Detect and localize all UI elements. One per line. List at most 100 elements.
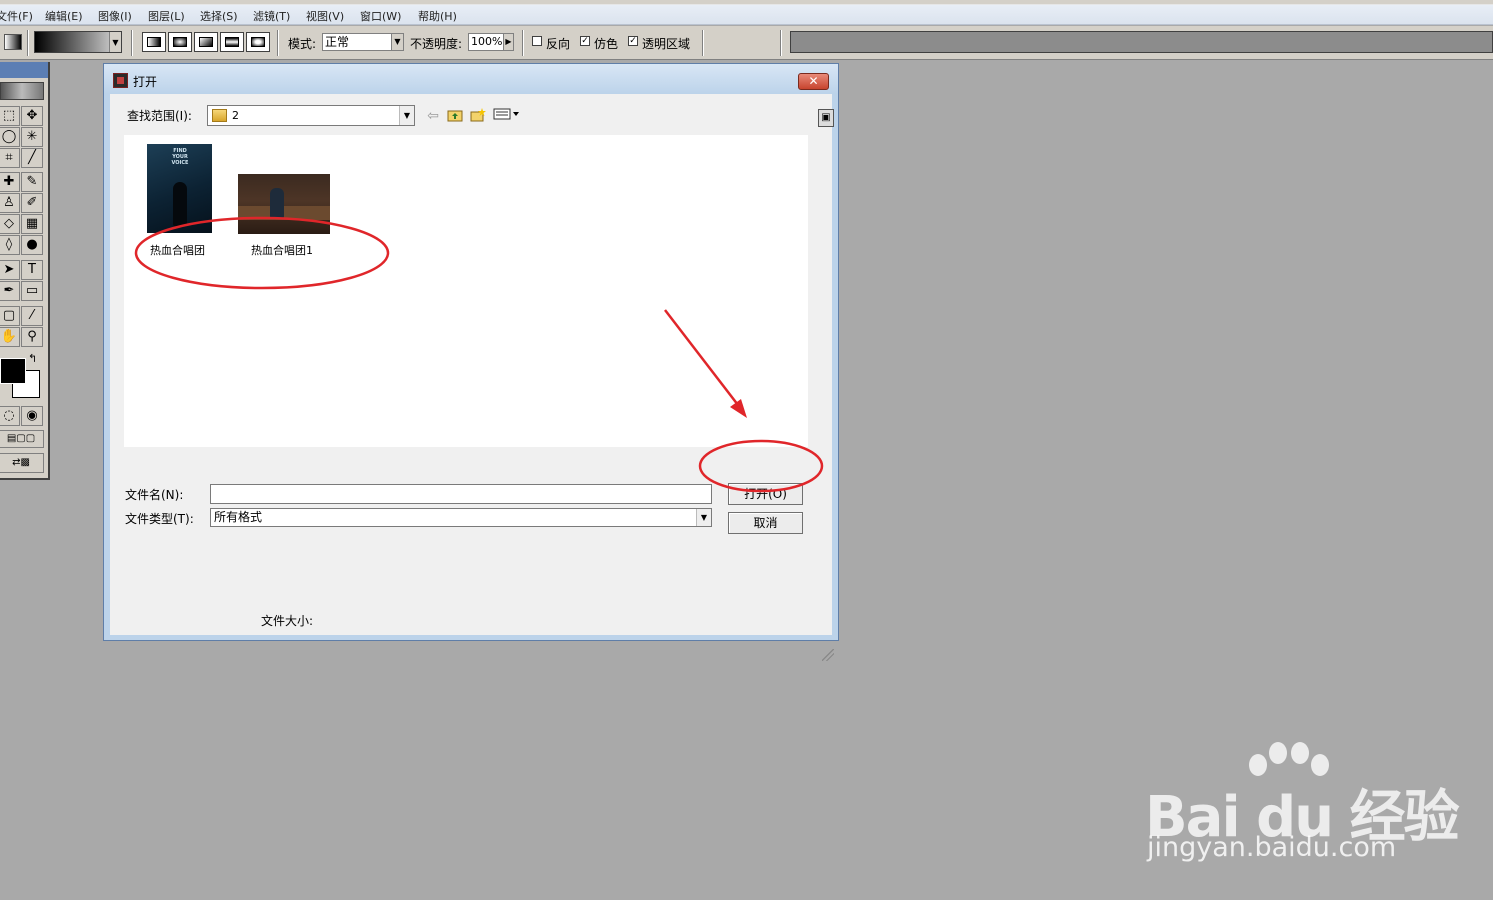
- divider: [522, 30, 524, 56]
- path-select-icon[interactable]: ➤: [0, 260, 20, 280]
- diamond-gradient-button[interactable]: [246, 32, 270, 52]
- crop-icon[interactable]: ⌗: [0, 148, 20, 168]
- file-name-label[interactable]: 热血合唱团1: [251, 242, 313, 258]
- watermark: Bai du 经验 jingyan.baidu.com: [1145, 738, 1460, 878]
- jump-to-imageready-icon[interactable]: ⇄▩: [0, 453, 44, 473]
- toolbox: ⬚ ✥ ◯ ✳ ⌗ ╱ ✚ ✎ ♙ ✐ ◇ ▦ ◊ ● ➤ T ✒ ▭ ▢ ⁄ …: [0, 62, 50, 480]
- dither-checkbox[interactable]: ✓: [580, 36, 590, 46]
- mode-select[interactable]: 正常 ▼: [322, 33, 404, 51]
- app-icon: [113, 73, 128, 88]
- toolbox-title-bar[interactable]: [0, 62, 48, 78]
- menu-filter[interactable]: 滤镜(T): [253, 8, 290, 24]
- filetype-label: 文件类型(T):: [125, 512, 194, 526]
- dither-label: 仿色: [594, 37, 619, 51]
- menu-window[interactable]: 窗口(W): [360, 8, 401, 24]
- poster-figure: [173, 182, 187, 226]
- menu-view[interactable]: 视图(V): [306, 8, 344, 24]
- file-size-label: 文件大小:: [261, 614, 314, 628]
- close-button[interactable]: ✕: [798, 73, 829, 90]
- gradient-tool-icon[interactable]: [4, 34, 22, 50]
- thumbnail-image[interactable]: [238, 174, 330, 234]
- opacity-field[interactable]: 100% ▶: [468, 33, 514, 51]
- chevron-down-icon[interactable]: ▼: [391, 34, 403, 50]
- stamp-icon[interactable]: ♙: [0, 193, 20, 213]
- file-name-label[interactable]: 热血合唱团: [150, 242, 205, 258]
- filetype-select[interactable]: 所有格式 ▼: [210, 508, 712, 527]
- angle-gradient-button[interactable]: [194, 32, 218, 52]
- close-icon: ✕: [808, 74, 819, 88]
- open-dialog: 打开 ✕ 查找范围(I): 2 ▼ ⇦ ▣ FIND YOUR VOICE 热血…: [103, 63, 839, 661]
- linear-gradient-button[interactable]: [142, 32, 166, 52]
- brush-icon[interactable]: ✎: [21, 172, 43, 192]
- move-icon[interactable]: ✥: [21, 106, 43, 126]
- thumbnail-image[interactable]: FIND YOUR VOICE: [147, 144, 212, 233]
- filename-input[interactable]: [210, 484, 712, 504]
- healing-icon[interactable]: ✚: [0, 172, 20, 192]
- menu-file[interactable]: 文件(F): [0, 8, 33, 24]
- watermark-url: jingyan.baidu.com: [1147, 832, 1397, 863]
- reverse-checkbox[interactable]: [532, 36, 542, 46]
- marquee-icon[interactable]: ⬚: [0, 106, 20, 126]
- menu-image[interactable]: 图像(I): [98, 8, 132, 24]
- chevron-down-icon[interactable]: ▼: [399, 106, 414, 125]
- chevron-down-icon[interactable]: ▼: [696, 509, 711, 526]
- palette-well[interactable]: [790, 31, 1493, 53]
- lasso-icon[interactable]: ◯: [0, 127, 20, 147]
- up-folder-icon[interactable]: [446, 108, 464, 124]
- gradient-icon[interactable]: ▦: [21, 214, 43, 234]
- menu-bar: 文件(F) 编辑(E) 图像(I) 图层(L) 选择(S) 滤镜(T) 视图(V…: [0, 5, 1493, 25]
- eyedropper-slice-icon[interactable]: ╱: [21, 148, 43, 168]
- menu-edit[interactable]: 编辑(E): [45, 8, 83, 24]
- hand-icon[interactable]: ✋: [0, 327, 20, 347]
- divider: [780, 30, 782, 56]
- blur-icon[interactable]: ◊: [0, 235, 20, 255]
- foreground-color-swatch[interactable]: [0, 358, 26, 384]
- dodge-icon[interactable]: ●: [21, 235, 43, 255]
- quick-mask-icon[interactable]: ◉: [21, 406, 43, 426]
- transparency-label: 透明区域: [642, 37, 691, 51]
- eraser-icon[interactable]: ◇: [0, 214, 20, 234]
- mode-label: 模式:: [288, 37, 317, 51]
- eyedropper-icon[interactable]: ⁄: [21, 306, 43, 326]
- standard-mode-icon[interactable]: ◌: [0, 406, 20, 426]
- gradient-picker[interactable]: ▼: [34, 31, 122, 53]
- rectangle-icon[interactable]: ▭: [21, 281, 43, 301]
- dialog-title-bar[interactable]: 打开 ✕: [104, 64, 838, 94]
- chevron-right-icon[interactable]: ▶: [503, 34, 513, 50]
- app-logo[interactable]: [0, 82, 44, 100]
- preview-toggle-icon[interactable]: ▣: [818, 109, 834, 127]
- zoom-icon[interactable]: ⚲: [21, 327, 43, 347]
- back-icon[interactable]: ⇦: [424, 108, 442, 124]
- notes-icon[interactable]: ▢: [0, 306, 20, 326]
- opacity-label: 不透明度:: [410, 37, 463, 51]
- swap-colors-icon[interactable]: ↰: [28, 352, 37, 365]
- magic-wand-icon[interactable]: ✳: [21, 127, 43, 147]
- divider: [131, 30, 133, 56]
- pen-icon[interactable]: ✒: [0, 281, 20, 301]
- divider: [27, 30, 29, 56]
- look-in-value: 2: [232, 109, 239, 122]
- scene-bench: [238, 206, 330, 220]
- screen-mode-icon[interactable]: ▤▢▢: [0, 430, 44, 448]
- reverse-label: 反向: [546, 37, 571, 51]
- reflected-gradient-button[interactable]: [220, 32, 244, 52]
- radial-gradient-button[interactable]: [168, 32, 192, 52]
- view-menu-icon[interactable]: [492, 108, 522, 124]
- divider: [702, 30, 704, 56]
- poster-title: FIND YOUR VOICE: [171, 148, 189, 166]
- open-button[interactable]: 打开(O): [728, 483, 803, 505]
- new-folder-icon[interactable]: [469, 108, 487, 124]
- scene-figure: [270, 188, 284, 218]
- cancel-button[interactable]: 取消: [728, 512, 803, 534]
- transparency-checkbox[interactable]: ✓: [628, 36, 638, 46]
- look-in-label: 查找范围(I):: [127, 109, 192, 123]
- file-list[interactable]: FIND YOUR VOICE 热血合唱团 热血合唱团1: [124, 135, 808, 447]
- look-in-select[interactable]: 2 ▼: [207, 105, 415, 126]
- chevron-down-icon[interactable]: ▼: [109, 32, 121, 52]
- menu-help[interactable]: 帮助(H): [418, 8, 457, 24]
- menu-layer[interactable]: 图层(L): [148, 8, 185, 24]
- type-icon[interactable]: T: [21, 260, 43, 280]
- menu-select[interactable]: 选择(S): [200, 8, 238, 24]
- history-brush-icon[interactable]: ✐: [21, 193, 43, 213]
- resize-grip-icon[interactable]: [822, 649, 834, 661]
